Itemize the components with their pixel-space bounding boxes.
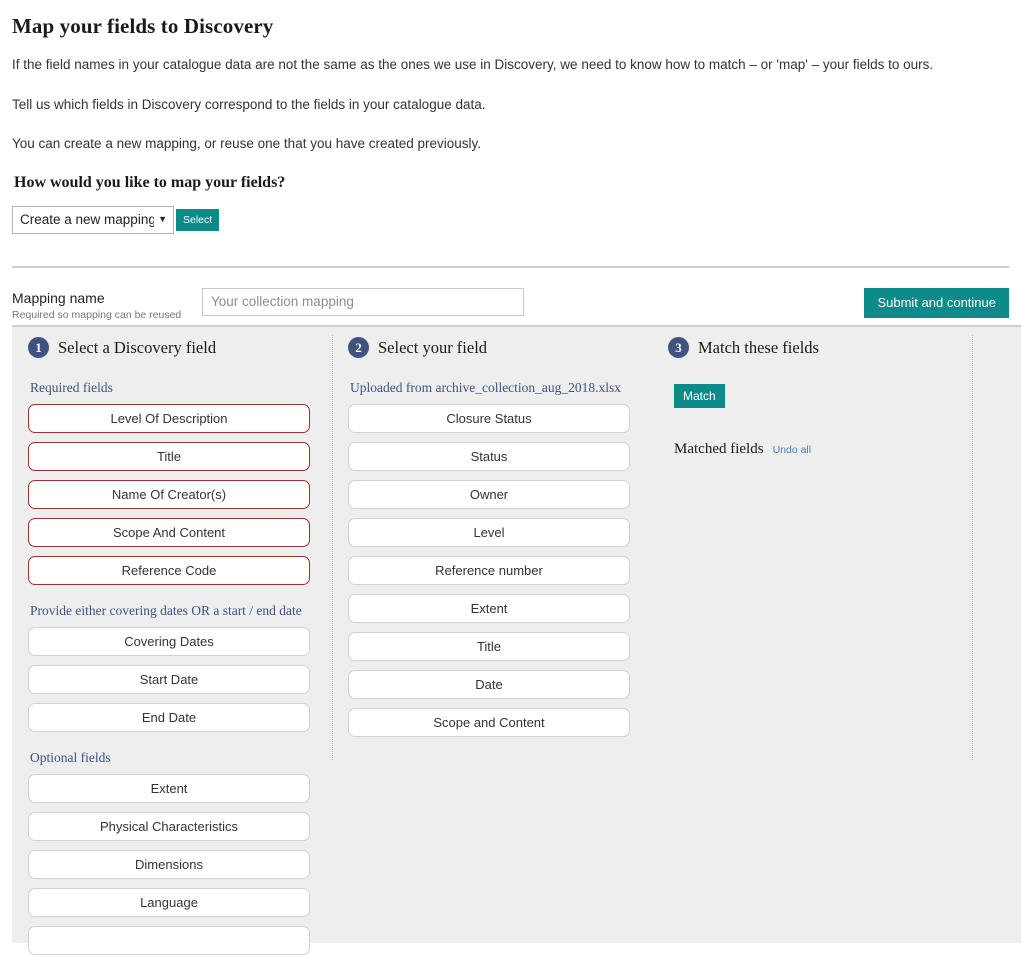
- select-button[interactable]: Select: [176, 208, 220, 231]
- mapping-name-label: Mapping name: [12, 289, 105, 306]
- step-badge-2: 2: [348, 337, 369, 358]
- mapping-mode-row: Create a new mapping ▼ Select: [12, 205, 1009, 234]
- intro-paragraph-1: If the field names in your catalogue dat…: [12, 57, 934, 72]
- discovery-field-button[interactable]: Name Of Creator(s): [28, 480, 310, 509]
- discovery-field-button[interactable]: Scope And Content: [28, 518, 310, 547]
- your-field-button[interactable]: Status: [348, 442, 630, 471]
- mapping-panel: 1 Select a Discovery field Required fiel…: [12, 325, 1021, 955]
- discovery-field-button[interactable]: Title: [28, 442, 310, 471]
- your-fields-column-title: Select your field: [378, 337, 488, 357]
- your-fields-column-header: 2 Select your field: [348, 337, 640, 358]
- discovery-column-title: Select a Discovery field: [58, 337, 217, 357]
- mapping-name-input[interactable]: [202, 287, 524, 316]
- submit-and-continue-button[interactable]: Submit and continue: [864, 287, 1009, 318]
- mapping-question: How would you like to map your fields?: [14, 173, 286, 191]
- match-column: 3 Match these fields Match Matched field…: [652, 327, 1021, 943]
- discovery-field-button[interactable]: Language: [28, 888, 310, 917]
- mapping-name-section: Mapping name Required so mapping can be …: [0, 268, 1021, 322]
- mapping-mode-select[interactable]: Create a new mapping ▼: [12, 205, 174, 234]
- discovery-field-button[interactable]: Covering Dates: [28, 627, 310, 656]
- discovery-field-button[interactable]: Extent: [28, 774, 310, 803]
- your-fields-column: 2 Select your field Uploaded from archiv…: [332, 327, 973, 943]
- match-column-title: Match these fields: [698, 337, 819, 357]
- discovery-field-button[interactable]: Reference Code: [28, 556, 310, 585]
- mapping-name-label-wrap: Mapping name Required so mapping can be …: [12, 288, 202, 322]
- discovery-fields-column: 1 Select a Discovery field Required fiel…: [12, 327, 333, 955]
- discovery-field-button[interactable]: Level Of Description: [28, 404, 310, 433]
- your-field-button[interactable]: Reference number: [348, 556, 630, 585]
- matched-fields-header: Matched fields Undo all: [674, 441, 1009, 458]
- your-field-button[interactable]: Owner: [348, 480, 630, 509]
- match-button[interactable]: Match: [674, 384, 725, 408]
- group-label-dates: Provide either covering dates OR a start…: [30, 603, 302, 618]
- discovery-field-button-partial[interactable]: [28, 926, 310, 955]
- your-field-button[interactable]: Level: [348, 518, 630, 547]
- undo-all-link[interactable]: Undo all: [773, 444, 812, 456]
- your-field-button[interactable]: Closure Status: [348, 404, 630, 433]
- discovery-groups: Required fields Level Of Description Tit…: [28, 380, 320, 955]
- chevron-down-icon: ▼: [158, 214, 167, 225]
- discovery-column-header: 1 Select a Discovery field: [28, 337, 320, 358]
- step-badge-1: 1: [28, 337, 49, 358]
- step-badge-3: 3: [668, 337, 689, 358]
- your-field-button[interactable]: Extent: [348, 594, 630, 623]
- your-field-button[interactable]: Scope and Content: [348, 708, 630, 737]
- mapping-mode-selected-value: Create a new mapping: [20, 212, 155, 228]
- discovery-field-button[interactable]: Start Date: [28, 665, 310, 694]
- page-title: Map your fields to Discovery: [12, 14, 274, 38]
- discovery-field-button[interactable]: End Date: [28, 703, 310, 732]
- mapping-name-hint: Required so mapping can be reused: [12, 309, 182, 322]
- intro-section: Map your fields to Discovery If the fiel…: [0, 0, 1021, 234]
- uploaded-source-label: Uploaded from archive_collection_aug_201…: [350, 380, 622, 395]
- intro-paragraph-2: Tell us which fields in Discovery corres…: [12, 96, 486, 112]
- intro-paragraph-3: You can create a new mapping, or reuse o…: [12, 136, 482, 152]
- your-field-button[interactable]: Date: [348, 670, 630, 699]
- matched-fields-title: Matched fields: [674, 441, 764, 457]
- group-label-optional: Optional fields: [30, 750, 111, 765]
- group-label-required: Required fields: [30, 380, 113, 395]
- your-field-button[interactable]: Title: [348, 632, 630, 661]
- discovery-field-button[interactable]: Physical Characteristics: [28, 812, 310, 841]
- discovery-field-button[interactable]: Dimensions: [28, 850, 310, 879]
- match-column-header: 3 Match these fields: [668, 337, 1009, 358]
